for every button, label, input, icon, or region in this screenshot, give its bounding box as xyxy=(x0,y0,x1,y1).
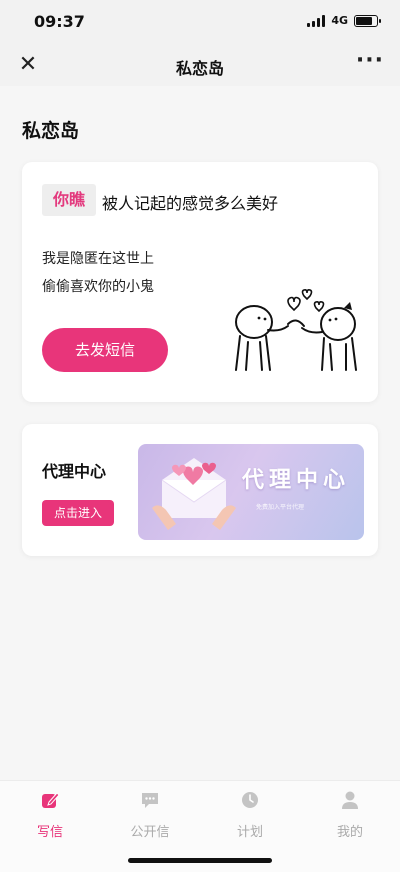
home-indicator xyxy=(128,858,272,863)
page-title: 私恋岛 xyxy=(22,120,80,142)
status-bar: 09:37 4G xyxy=(0,0,400,44)
banner-title: 代理中心 xyxy=(242,468,351,493)
tab-plan[interactable]: 计划 xyxy=(215,789,285,840)
tab-public-letters[interactable]: 公开信 xyxy=(115,789,185,840)
send-sms-button[interactable]: 去发短信 xyxy=(42,328,168,372)
couple-illustration xyxy=(235,289,357,371)
tab-label: 写信 xyxy=(36,825,63,840)
signal-icon xyxy=(307,14,326,27)
chat-bubble-icon xyxy=(115,789,185,811)
status-indicators: 4G xyxy=(307,14,381,27)
envelope-hearts-illustration xyxy=(152,458,236,530)
battery-icon xyxy=(354,14,381,27)
agent-title: 代理中心 xyxy=(42,462,107,481)
card-line: 我是隐匿在这世上 xyxy=(42,251,154,267)
more-icon[interactable]: ··· xyxy=(356,48,384,73)
nav-title: 私恋岛 xyxy=(175,59,224,78)
user-icon xyxy=(315,789,385,811)
message-card: 你瞧 被人记起的感觉多么美好 我是隐匿在这世上 偷偷喜欢你的小鬼 去发短信 xyxy=(22,162,378,402)
main-content: 私恋岛 你瞧 被人记起的感觉多么美好 我是隐匿在这世上 偷偷喜欢你的小鬼 去发短… xyxy=(0,86,400,780)
agent-center-card[interactable]: 代理中心 点击进入 代理中心 免费加入平台代理 xyxy=(22,424,378,556)
tab-mine[interactable]: 我的 xyxy=(315,789,385,840)
network-type: 4G xyxy=(331,14,348,27)
status-time: 09:37 xyxy=(34,12,85,31)
tab-label: 计划 xyxy=(236,825,263,840)
card-tag: 你瞧 xyxy=(42,184,97,216)
enter-button[interactable]: 点击进入 xyxy=(42,500,114,526)
card-headline: 被人记起的感觉多么美好 xyxy=(102,194,279,213)
clock-icon xyxy=(215,789,285,811)
agent-banner[interactable]: 代理中心 免费加入平台代理 xyxy=(138,444,364,540)
nav-bar: ✕ 私恋岛 ··· xyxy=(0,44,400,86)
card-line: 偷偷喜欢你的小鬼 xyxy=(42,279,154,295)
pen-icon xyxy=(15,789,85,811)
banner-subtitle: 免费加入平台代理 xyxy=(256,504,305,511)
tab-label: 我的 xyxy=(336,825,363,840)
tab-write[interactable]: 写信 xyxy=(15,789,85,840)
tab-label: 公开信 xyxy=(130,825,170,840)
